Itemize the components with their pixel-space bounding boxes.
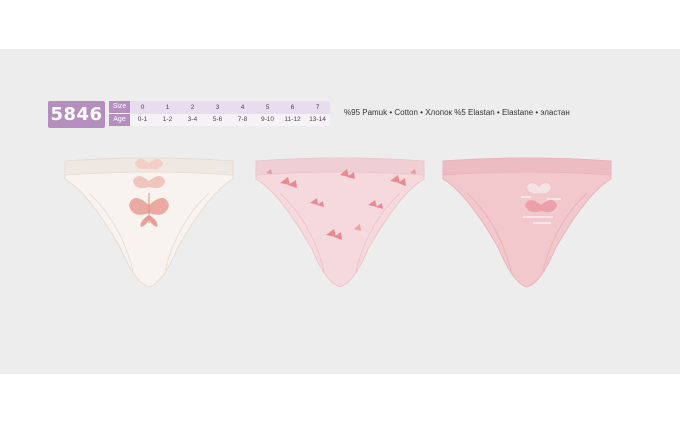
age-cell: 13-14 — [305, 114, 330, 126]
size-cell: 2 — [180, 101, 205, 114]
size-cell: 1 — [155, 101, 180, 114]
size-cell: 4 — [230, 101, 255, 114]
size-chart: Size 0 1 2 3 4 5 6 7 Age 0-1 1-2 3-4 5-6… — [109, 101, 330, 126]
size-cell: 6 — [280, 101, 305, 114]
age-cell: 9-10 — [255, 114, 280, 126]
size-cell: 3 — [205, 101, 230, 114]
product-pink-briefs — [437, 153, 617, 293]
size-row-label: Size — [109, 101, 130, 114]
age-cell: 11-12 — [280, 114, 305, 126]
size-cell: 7 — [305, 101, 330, 114]
model-number-badge: 5846 — [48, 101, 105, 128]
product-ivory-briefs — [59, 153, 239, 293]
fabric-composition: %95 Pamuk • Cotton • Хлопок %5 Elastan •… — [344, 108, 570, 117]
briefs-illustration — [255, 157, 425, 288]
age-cell: 3-4 — [180, 114, 205, 126]
age-row: Age 0-1 1-2 3-4 5-6 7-8 9-10 11-12 13-14 — [109, 114, 330, 126]
age-cell: 7-8 — [230, 114, 255, 126]
size-cell: 0 — [130, 101, 155, 114]
briefs-illustration — [64, 157, 234, 288]
product-light-pink-briefs — [250, 153, 430, 293]
briefs-illustration — [442, 157, 612, 288]
age-cell: 0-1 — [130, 114, 155, 126]
size-cell: 5 — [255, 101, 280, 114]
age-cell: 1-2 — [155, 114, 180, 126]
size-row: Size 0 1 2 3 4 5 6 7 — [109, 101, 330, 114]
age-row-label: Age — [109, 114, 130, 126]
age-cell: 5-6 — [205, 114, 230, 126]
